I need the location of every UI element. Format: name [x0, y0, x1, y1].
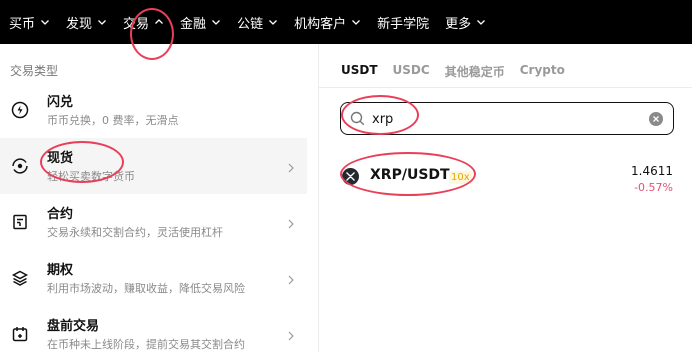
- menu-item-title: 现货: [47, 151, 74, 166]
- nav-item-label: 交易: [123, 16, 150, 32]
- clear-icon[interactable]: [649, 112, 663, 126]
- tabs-divider: [319, 87, 692, 88]
- chevron-down-icon: [40, 17, 50, 27]
- search-box: [340, 102, 674, 135]
- menu-item-pre-market[interactable]: 盘前交易 在币种未上线阶段，提前交易其交割合约: [0, 306, 307, 352]
- menu-item-desc: 在币种未上线阶段，提前交易其交割合约: [47, 338, 245, 351]
- menu-item-desc: 轻松买卖数字货币: [47, 170, 135, 183]
- top-nav: 买币 发现 交易 金融 公链 机构客户 新手学院 更多: [0, 0, 692, 44]
- menu-item-desc: 币币兑换，0 费率，无滑点: [47, 114, 179, 127]
- menu-item-options[interactable]: 期权 利用市场波动，赚取收益，降低交易风险: [0, 250, 307, 306]
- search-icon: [350, 111, 365, 126]
- tab-crypto[interactable]: Crypto: [520, 63, 565, 80]
- xrp-icon: [342, 168, 359, 185]
- chevron-down-icon: [97, 17, 107, 27]
- nav-item-more[interactable]: 更多: [445, 0, 486, 44]
- section-title: 交易类型: [10, 64, 59, 78]
- nav-item-buy-crypto[interactable]: 买币: [9, 0, 50, 44]
- menu-item-title: 盘前交易: [47, 319, 100, 334]
- chevron-right-icon: [287, 271, 295, 285]
- search-input[interactable]: [372, 109, 632, 129]
- nav-item-public-chain[interactable]: 公链: [237, 0, 278, 44]
- pair-name: XRP/USDT: [370, 167, 450, 183]
- spot-icon: [10, 156, 30, 176]
- tab-usdt[interactable]: USDT: [341, 63, 378, 80]
- flash-convert-icon: [10, 100, 30, 120]
- menu-item-flash-convert[interactable]: 闪兑 币币兑换，0 费率，无滑点: [0, 82, 307, 138]
- menu-item-desc: 利用市场波动，赚取收益，降低交易风险: [47, 282, 245, 295]
- menu-item-title: 期权: [47, 263, 74, 278]
- nav-item-label: 买币: [9, 16, 36, 32]
- chevron-down-icon: [476, 17, 486, 27]
- chevron-right-icon: [287, 215, 295, 229]
- tab-usdc[interactable]: USDC: [393, 63, 430, 80]
- leverage-badge: 10x: [449, 171, 472, 184]
- nav-item-discover[interactable]: 发现: [66, 0, 107, 44]
- nav-item-academy[interactable]: 新手学院: [377, 0, 429, 44]
- menu-item-title: 合约: [47, 207, 74, 222]
- menu-item-futures[interactable]: 合约 交易永续和交割合约，灵活使用杠杆: [0, 194, 307, 250]
- menu-item-desc: 交易永续和交割合约，灵活使用杠杆: [47, 226, 223, 239]
- chevron-right-icon: [287, 327, 295, 341]
- price-change: -0.57%: [634, 181, 673, 194]
- nav-item-label: 公链: [237, 16, 264, 32]
- quote-tabs: USDT USDC 其他稳定币 Crypto: [341, 63, 580, 80]
- chevron-down-icon: [351, 17, 361, 27]
- nav-item-institutional[interactable]: 机构客户: [294, 0, 361, 44]
- futures-icon: [10, 212, 30, 232]
- options-icon: [10, 268, 30, 288]
- last-price: 1.4611: [631, 164, 673, 178]
- nav-item-label: 机构客户: [294, 16, 347, 32]
- chevron-down-icon: [268, 17, 278, 27]
- nav-item-label: 新手学院: [377, 16, 430, 32]
- nav-item-label: 发现: [66, 16, 93, 32]
- menu-item-title: 闪兑: [47, 95, 74, 110]
- chevron-down-icon: [211, 17, 221, 27]
- nav-item-label: 金融: [180, 16, 207, 32]
- nav-item-finance[interactable]: 金融: [180, 0, 221, 44]
- nav-item-trade[interactable]: 交易: [123, 0, 164, 44]
- menu-item-spot[interactable]: 现货 轻松买卖数字货币: [0, 138, 307, 194]
- tab-other-stablecoins[interactable]: 其他稳定币: [445, 63, 505, 80]
- chevron-up-icon: [154, 17, 164, 27]
- search-result-row[interactable]: XRP/USDT 10x 1.4611 -0.57%: [319, 153, 692, 199]
- pre-market-icon: [10, 324, 30, 344]
- chevron-right-icon: [287, 159, 295, 173]
- trade-type-panel: 交易类型 闪兑 币币兑换，0 费率，无滑点 现货 轻松买卖数字货币 合约 交易永…: [0, 44, 307, 352]
- nav-item-label: 更多: [445, 16, 472, 32]
